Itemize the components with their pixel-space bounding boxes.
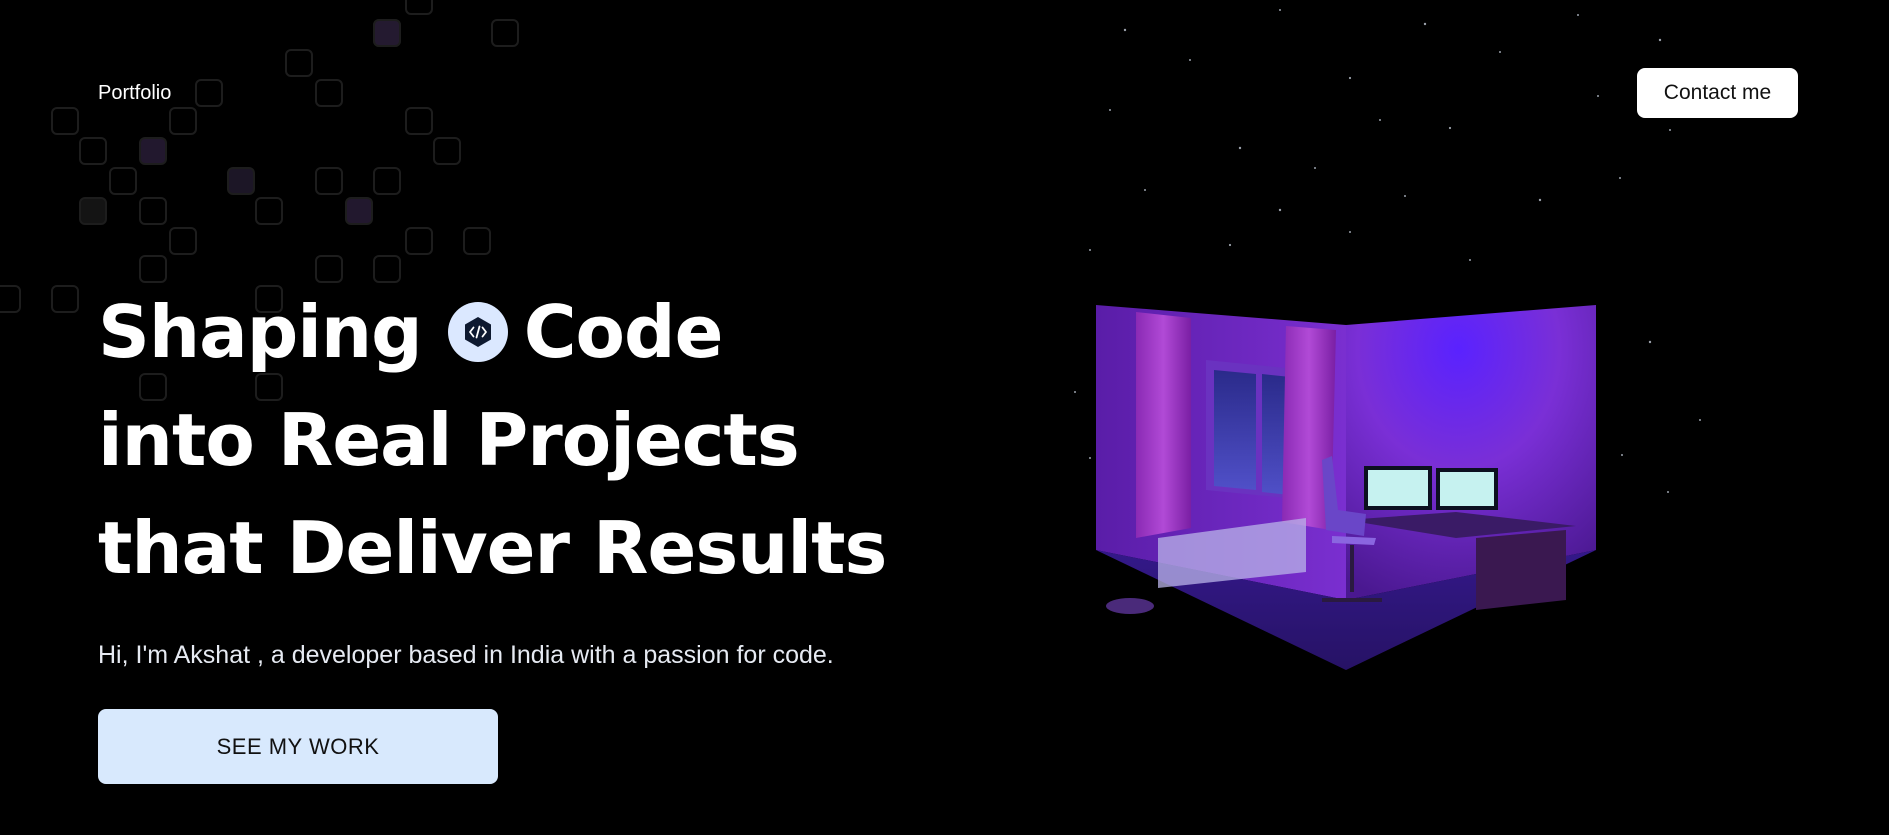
see-my-work-button[interactable]: SEE MY WORK	[98, 709, 498, 784]
hero-heading: Shaping Code into Real Projects that Del…	[98, 278, 898, 602]
contact-button[interactable]: Contact me	[1637, 68, 1798, 118]
brand-logo[interactable]: Portfolio	[98, 82, 171, 105]
code-icon	[447, 302, 508, 362]
hero-line-1-end: Code	[523, 290, 724, 374]
isometric-room-icon	[1096, 305, 1596, 670]
intro-text: Hi, I'm Akshat , a developer based in In…	[98, 641, 834, 669]
hero-line-2: into Real Projects	[98, 398, 800, 482]
hero-line-3: that Deliver Results	[98, 506, 887, 590]
hero-line-1: Shaping Code	[98, 278, 898, 386]
hero-line-1-start: Shaping	[98, 290, 423, 374]
